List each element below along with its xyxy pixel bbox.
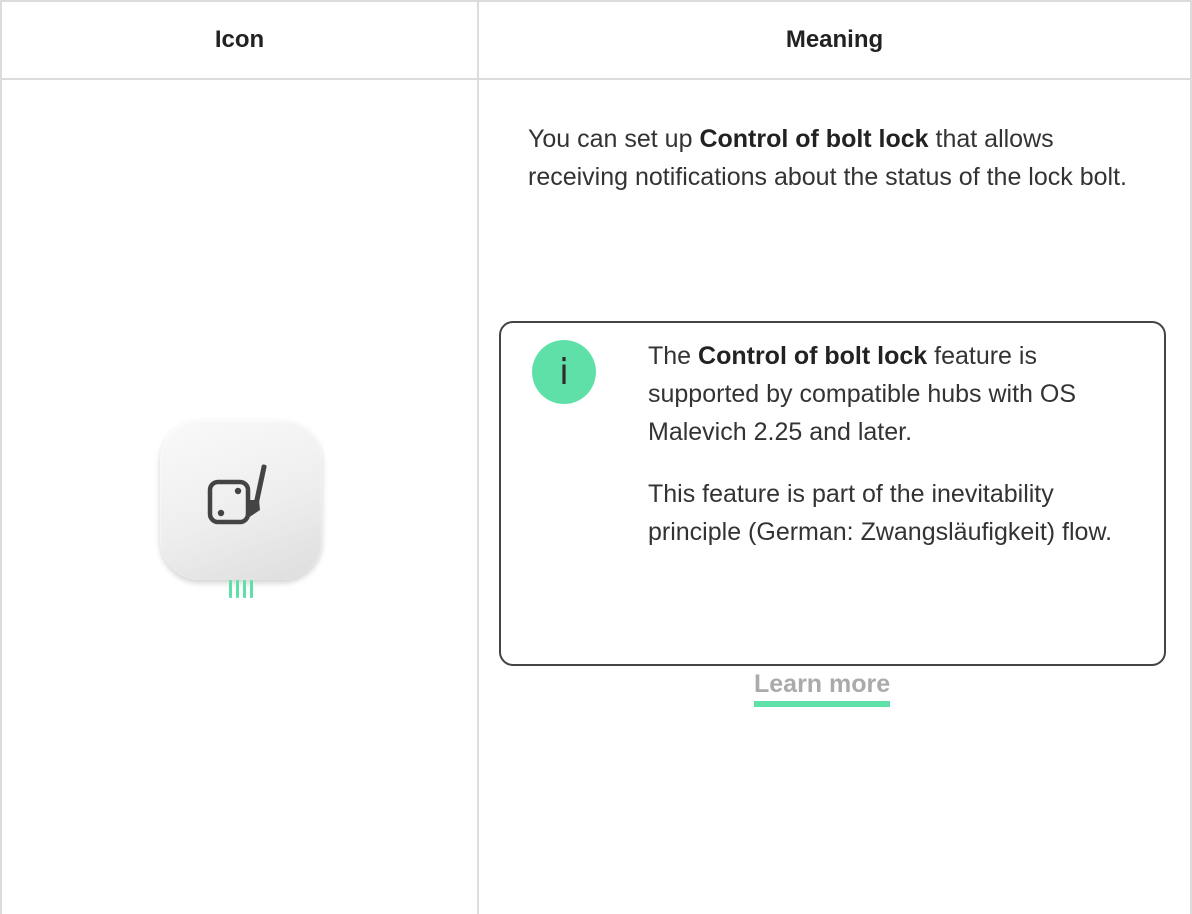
device-led-indicators	[229, 580, 253, 600]
table-left-border	[0, 0, 2, 914]
device-tile	[160, 420, 322, 580]
info-note-text: The Control of bolt lock feature is supp…	[648, 337, 1148, 575]
learn-more-link[interactable]: Learn more	[754, 670, 891, 707]
header-meaning: Meaning	[785, 26, 884, 53]
header-icon: Icon	[214, 26, 265, 53]
info-icon: i	[532, 340, 596, 404]
note-feature-name: Control of bolt lock	[698, 342, 928, 370]
header-divider	[0, 78, 1192, 80]
note-paragraph-compat: The Control of bolt lock feature is supp…	[648, 342, 1077, 446]
bolt-lock-device-icon	[160, 420, 322, 600]
bolt-lock-control-device-icon	[207, 464, 267, 525]
feature-intro: You can set up Control of bolt lock that…	[528, 125, 1127, 191]
feature-name: Control of bolt lock	[699, 125, 929, 153]
info-note: i The Control of bolt lock feature is su…	[499, 321, 1166, 707]
note-paragraph-inevitability: This feature is part of the inevitabilit…	[648, 480, 1113, 546]
column-divider	[477, 0, 479, 914]
feature-table: Icon Meaning You can set up Control of b…	[0, 0, 1192, 914]
